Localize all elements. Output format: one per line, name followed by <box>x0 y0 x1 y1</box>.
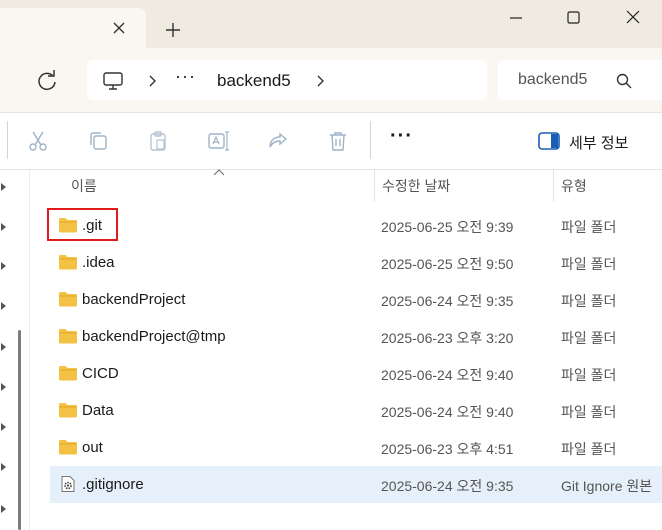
settings-file-icon <box>61 476 75 492</box>
folder-icon <box>59 366 77 381</box>
paste-icon[interactable] <box>146 129 170 153</box>
close-icon[interactable] <box>108 17 130 39</box>
file-type: 파일 폴더 <box>561 404 617 420</box>
file-modified-date: 2025-06-24 오전 9:40 <box>381 367 514 383</box>
file-row[interactable]: backendProject@tmp 2025-06-23 오후 3:20 파일 폴… <box>50 318 662 355</box>
column-name[interactable]: 이름 <box>71 176 97 196</box>
column-divider[interactable] <box>553 170 554 202</box>
file-type: 파일 폴더 <box>561 330 617 346</box>
divider <box>370 121 371 159</box>
breadcrumb[interactable]: ··· backend5 <box>87 60 487 100</box>
file-type: 파일 폴더 <box>561 441 617 457</box>
search-input[interactable]: backend5 <box>498 60 662 100</box>
maximize-icon[interactable] <box>550 0 596 36</box>
file-row[interactable]: .git 2025-06-25 오전 9:39 파일 폴더 <box>50 207 662 244</box>
breadcrumb-more[interactable]: ··· <box>175 66 196 87</box>
share-icon[interactable] <box>266 129 290 153</box>
divider <box>7 121 8 159</box>
chevron-right-icon[interactable] <box>0 222 8 232</box>
file-name[interactable]: Data <box>82 402 114 419</box>
chevron-right-icon[interactable] <box>0 462 8 472</box>
breadcrumb-current-folder[interactable]: backend5 <box>217 71 291 91</box>
address-bar: ··· backend5 backend5 <box>0 48 662 112</box>
file-modified-date: 2025-06-23 오후 3:20 <box>381 330 514 346</box>
file-type: 파일 폴더 <box>561 256 617 272</box>
file-row[interactable]: backendProject 2025-06-24 오전 9:35 파일 폴더 <box>50 281 662 318</box>
chevron-right-icon[interactable] <box>0 422 8 432</box>
file-modified-date: 2025-06-25 오전 9:39 <box>381 219 514 235</box>
file-type: Git Ignore 원본 <box>561 478 653 494</box>
file-name[interactable]: out <box>82 439 103 456</box>
navigation-pane <box>0 170 30 530</box>
file-modified-date: 2025-06-25 오전 9:50 <box>381 256 514 272</box>
file-name[interactable]: .idea <box>82 254 115 271</box>
file-modified-date: 2025-06-24 오전 9:40 <box>381 404 514 420</box>
folder-icon <box>59 292 77 307</box>
column-divider[interactable] <box>374 170 375 202</box>
file-row[interactable]: CICD 2025-06-24 오전 9:40 파일 폴더 <box>50 355 662 392</box>
chevron-right-icon[interactable] <box>0 382 8 392</box>
highlight-box <box>47 208 118 241</box>
chevron-right-icon[interactable] <box>0 342 8 352</box>
column-type[interactable]: 유형 <box>561 176 587 196</box>
folder-icon <box>59 403 77 418</box>
chevron-right-icon[interactable] <box>0 504 8 514</box>
file-name[interactable]: .gitignore <box>82 476 144 493</box>
rename-icon[interactable] <box>206 129 230 153</box>
file-modified-date: 2025-06-23 오후 4:51 <box>381 441 514 457</box>
file-type: 파일 폴더 <box>561 367 617 383</box>
cut-icon[interactable] <box>26 129 50 153</box>
refresh-icon[interactable] <box>34 68 60 94</box>
minimize-icon[interactable] <box>493 0 539 36</box>
file-type: 파일 폴더 <box>561 293 617 309</box>
window-close-icon[interactable] <box>610 0 656 36</box>
column-header: 이름 수정한 날짜 유형 <box>30 169 662 202</box>
folder-icon <box>59 440 77 455</box>
file-row[interactable]: out 2025-06-23 오후 4:51 파일 폴더 <box>50 429 662 466</box>
computer-icon[interactable] <box>101 69 125 93</box>
details-pane-icon <box>538 132 560 150</box>
folder-icon <box>59 329 77 344</box>
column-modified[interactable]: 수정한 날짜 <box>382 176 450 196</box>
file-modified-date: 2025-06-24 오전 9:35 <box>381 293 514 309</box>
search-icon[interactable] <box>615 72 633 90</box>
file-name[interactable]: CICD <box>82 365 119 382</box>
more-options-button[interactable]: ··· <box>390 125 413 148</box>
file-list: 이름 수정한 날짜 유형 .git 2025-06-25 오전 9:39 파일 폴더… <box>30 169 662 530</box>
scrollbar[interactable] <box>18 330 21 530</box>
command-bar: ··· 세부 정보 <box>0 112 662 170</box>
file-modified-date: 2025-06-24 오전 9:35 <box>381 478 514 494</box>
delete-icon[interactable] <box>326 129 350 153</box>
file-row[interactable]: .idea 2025-06-25 오전 9:50 파일 폴더 <box>50 244 662 281</box>
chevron-right-icon[interactable] <box>0 261 8 271</box>
search-placeholder: backend5 <box>518 71 588 88</box>
title-bar <box>0 0 662 48</box>
file-type: 파일 폴더 <box>561 219 617 235</box>
copy-icon[interactable] <box>86 129 110 153</box>
file-row[interactable]: Data 2025-06-24 오전 9:40 파일 폴더 <box>50 392 662 429</box>
details-label: 세부 정보 <box>569 135 629 152</box>
file-name[interactable]: backendProject <box>82 291 185 308</box>
file-name[interactable]: backendProject@tmp <box>82 328 226 345</box>
chevron-right-icon[interactable] <box>0 301 8 311</box>
sort-ascending-icon <box>213 169 225 176</box>
file-row[interactable]: .gitignore 2025-06-24 오전 9:35 Git Ignore 원… <box>50 466 662 503</box>
chevron-right-icon[interactable] <box>0 182 8 192</box>
active-tab[interactable] <box>0 8 146 48</box>
plus-icon[interactable] <box>162 19 184 41</box>
folder-icon <box>59 255 77 270</box>
chevron-right-icon[interactable] <box>143 70 161 92</box>
chevron-right-icon[interactable] <box>311 70 329 92</box>
